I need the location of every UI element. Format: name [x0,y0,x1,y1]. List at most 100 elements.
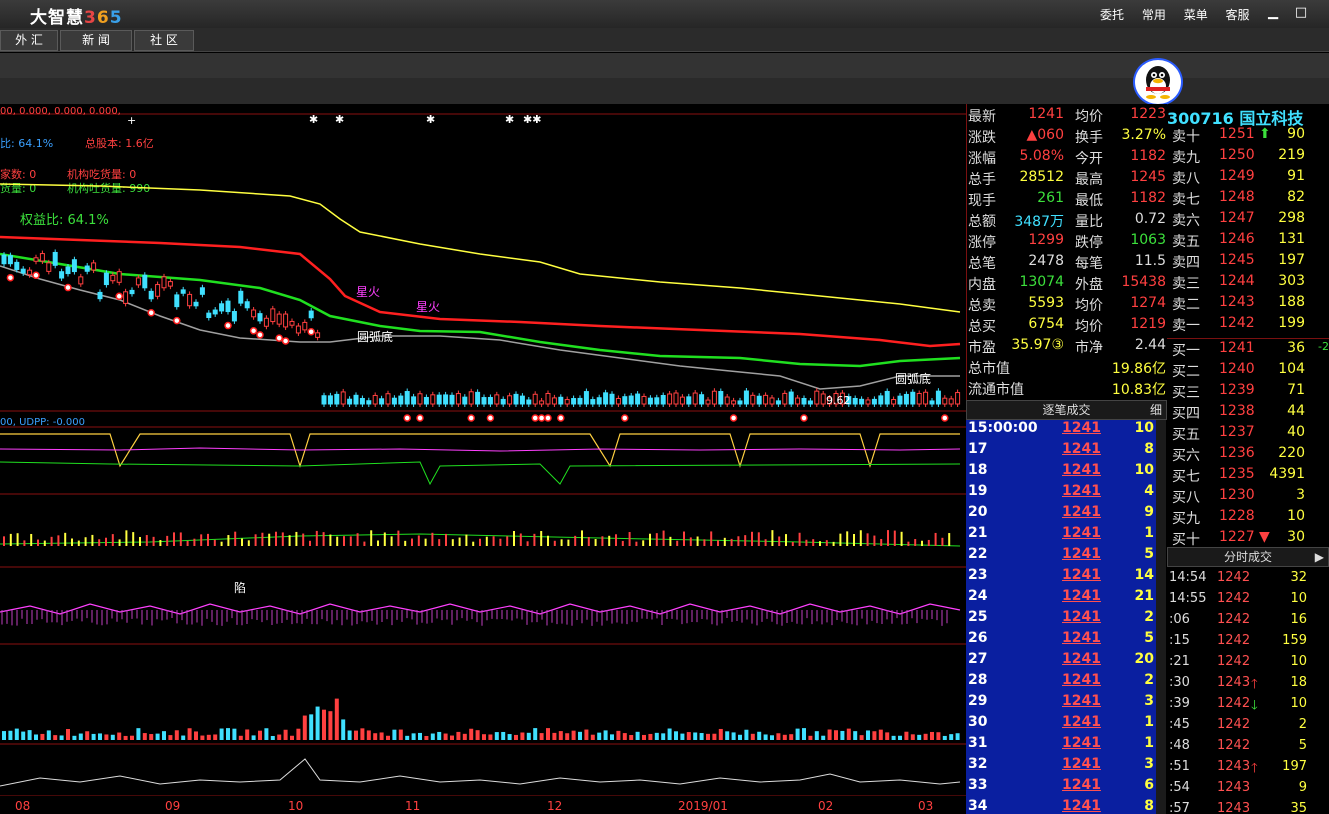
inst-buy-label: 机构吃货量: 0 [67,167,136,181]
ask-row[interactable]: 卖九 1250 219 [1167,147,1329,168]
signal-dot [403,414,411,422]
bid-row[interactable]: 买二 1240 104 [1167,361,1329,382]
candle-body [647,397,653,405]
volume-bar [219,728,224,740]
quote-row: 涨停 1299 跌停 1063 [967,232,1168,253]
level-label: 卖七 [1172,192,1200,208]
svg-text:✱✱: ✱✱ [523,113,541,126]
bid-row[interactable]: 买六 1236 220 [1167,445,1329,466]
minimize-icon[interactable]: ▁ [1262,3,1284,23]
tab-forex[interactable]: 外 汇 [0,30,58,51]
fenshi-list[interactable]: 14:54 1242 32 14:55 1242 10:06 1242 16:15… [1167,567,1329,814]
fenshi-row: :06 1242 16 [1167,612,1329,633]
candle-body [596,397,602,405]
level-price: 1249 [1219,168,1255,184]
ask-row[interactable]: 卖一 1242 199 [1167,315,1329,336]
ask-row[interactable]: 卖六 1247 298 [1167,210,1329,231]
volume-bar [827,729,832,740]
candle-body [628,395,634,405]
candle-body [33,257,39,262]
ask-row[interactable]: 卖十 1251 ⬆ 90 [1167,126,1329,147]
tab-community[interactable]: 社 区 [134,30,194,51]
quote-row: 市盈 35.97③ 市净 2.44 [967,337,1168,358]
signal-dot [544,414,552,422]
ask-row[interactable]: 卖三 1244 303 [1167,273,1329,294]
tab-news[interactable]: 新 闻 [60,30,132,51]
volume-bar [360,728,365,740]
menu-menu[interactable]: 菜单 [1184,8,1208,22]
bid-change: -2 [1318,340,1329,353]
candle-body [212,309,218,315]
level-qty: 298 [1278,210,1305,226]
candle-body [750,394,756,405]
month-tick-02: 02 [818,799,833,813]
volume-bar [21,731,26,740]
menu-entrust[interactable]: 委托 [1100,8,1124,22]
menu-common[interactable]: 常用 [1142,8,1166,22]
ask-row[interactable]: 卖二 1243 188 [1167,294,1329,315]
bid-row[interactable]: 买八 1230 3 [1167,487,1329,508]
volume-bar [584,729,589,740]
tick-scrollbar[interactable] [1156,420,1166,814]
candle-body [84,265,90,272]
candle-body [756,395,762,405]
play-icon[interactable]: ▶ [1315,548,1324,566]
tick-row: 25 1241 2 [966,609,1156,630]
month-tick-12: 12 [547,799,562,813]
tick-time: 23 [968,567,988,583]
volume-bar [750,733,755,740]
level-price: 1230 [1219,487,1255,503]
candle-body [788,391,794,405]
tick-volume: 4 [1144,483,1154,499]
candle-body [769,397,775,405]
tick-time: 21 [968,525,988,541]
bid-row[interactable]: 买七 1235 4391 [1167,466,1329,487]
volume-bar [2,731,6,740]
candle-body [97,291,103,300]
tick-volume: 10 [1134,462,1154,478]
volume-bar [635,731,640,740]
kline-chart[interactable]: 00, 0.000, 0.000, 0.000, 比: 64.1% 总股本: 1… [0,104,966,814]
quote-value: 1299 [1028,232,1064,248]
maximize-icon[interactable]: □ [1290,3,1312,23]
candle-body [923,391,929,405]
candle-body [513,393,519,405]
ask-row[interactable]: 卖七 1248 82 [1167,189,1329,210]
candle-body [46,262,52,272]
tick-row: 26 1241 5 [966,630,1156,651]
fenshi-volume: 2 [1298,717,1307,732]
candle-body [807,400,813,405]
volume-bar [520,732,525,740]
candle-body [558,396,564,405]
up-arrow-icon: 🡑 [1251,677,1258,692]
qq-penguin-icon[interactable] [1133,58,1183,106]
ask-row[interactable]: 卖五 1246 131 [1167,231,1329,252]
bid-row[interactable]: 买九 1228 10 [1167,508,1329,529]
signal-dot [467,414,475,422]
fenshi-header[interactable]: 分时成交 ▶ [1167,547,1329,567]
ask-row[interactable]: 卖八 1249 91 [1167,168,1329,189]
candle-body [545,392,551,405]
tick-list-header[interactable]: 逐笔成交细 [966,400,1167,420]
candle-body [263,317,269,327]
tick-list[interactable]: 15:00:00 1241 10 17 1241 8 18 1241 10 19 12… [966,420,1156,814]
tick-volume: 8 [1144,441,1154,457]
tick-price: 1241 [1062,504,1101,520]
bid-row[interactable]: 买三 1239 71 [1167,382,1329,403]
candle-body [699,394,705,405]
candle-body [814,390,820,405]
bid-row[interactable]: 买一 1241 36 -2 [1167,340,1329,361]
quote-row: 涨幅 5.08% 今开 1182 [967,148,1168,169]
ask-row[interactable]: 卖四 1245 197 [1167,252,1329,273]
bid-row[interactable]: 买五 1237 40 [1167,424,1329,445]
bid-row[interactable]: 买四 1238 44 [1167,403,1329,424]
volume-bar [437,731,442,740]
volume-bar [136,728,141,740]
menu-service[interactable]: 客服 [1226,8,1250,22]
top-menu: 委托 常用 菜单 客服 [1100,6,1264,23]
quote-label: 现手 [968,193,996,209]
candle-body [775,400,781,405]
tick-time: 34 [968,798,988,814]
level-qty: 131 [1278,231,1305,247]
detail-button[interactable]: 细 [1150,401,1162,419]
